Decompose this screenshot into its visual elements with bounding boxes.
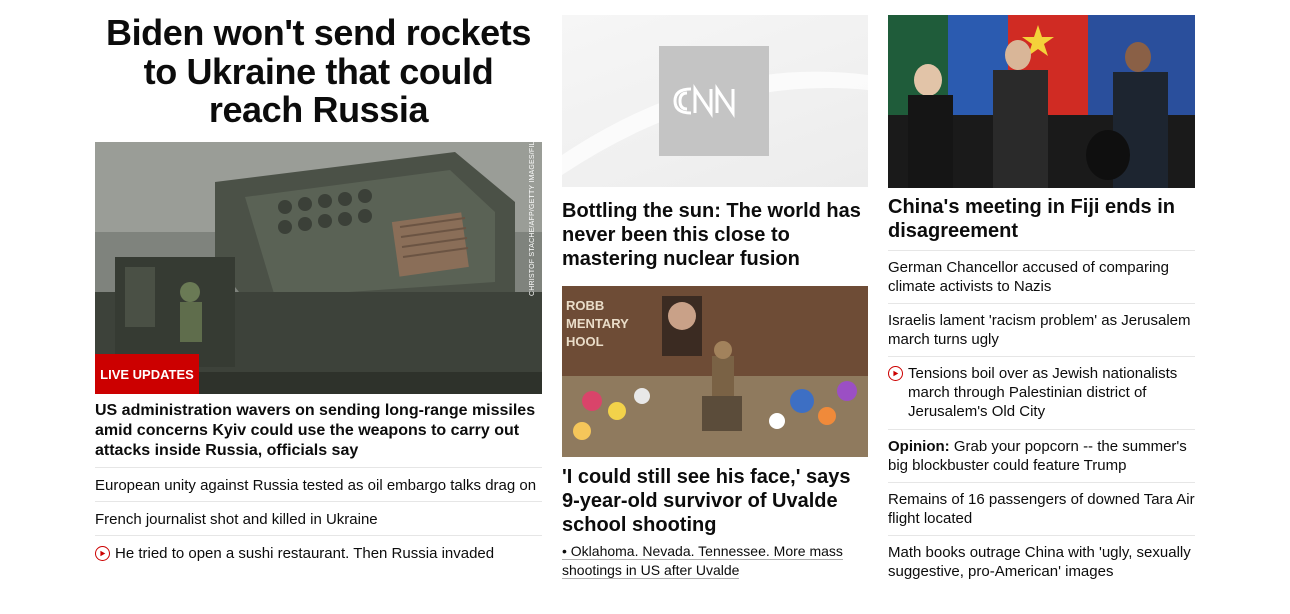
- right-story-list: German Chancellor accused of comparing c…: [888, 250, 1195, 588]
- svg-text:MENTARY: MENTARY: [566, 316, 629, 331]
- cnn-logo-icon: CNN: [673, 84, 735, 120]
- list-item[interactable]: German Chancellor accused of comparing c…: [888, 250, 1195, 303]
- story-link[interactable]: European unity against Russia tested as …: [95, 476, 536, 495]
- memorial-photo: ROBB MENTARY HOOL: [562, 286, 868, 457]
- story-link[interactable]: Opinion: Grab your popcorn -- the summer…: [888, 437, 1195, 475]
- list-item[interactable]: Math books outrage China with 'ugly, sex…: [888, 535, 1195, 588]
- svg-text:HOOL: HOOL: [566, 334, 604, 349]
- left-story-list: European unity against Russia tested as …: [95, 467, 542, 569]
- story-link[interactable]: Math books outrage China with 'ugly, sex…: [888, 543, 1195, 581]
- cnn-placeholder-image[interactable]: CNN: [562, 15, 868, 187]
- story-link[interactable]: French journalist shot and killed in Ukr…: [95, 510, 378, 529]
- press-conference-photo: [888, 15, 1195, 188]
- cnn-logo: CNN: [659, 46, 769, 156]
- play-icon: [888, 366, 903, 381]
- svg-text:ROBB: ROBB: [566, 298, 604, 313]
- list-item[interactable]: He tried to open a sushi restaurant. The…: [95, 535, 542, 569]
- related-story-link[interactable]: • Oklahoma. Nevada. Tennessee. More mass…: [562, 542, 868, 580]
- list-item[interactable]: Opinion: Grab your popcorn -- the summer…: [888, 429, 1195, 482]
- lead-headline[interactable]: Biden won't send rockets to Ukraine that…: [95, 13, 542, 130]
- live-updates-badge[interactable]: LIVE UPDATES: [95, 354, 199, 394]
- story-link[interactable]: He tried to open a sushi restaurant. The…: [115, 544, 494, 563]
- lead-summary-link[interactable]: US administration wavers on sending long…: [95, 401, 542, 461]
- svg-text:CNN: CNN: [714, 118, 716, 120]
- list-item[interactable]: European unity against Russia tested as …: [95, 467, 542, 501]
- story-link[interactable]: Remains of 16 passengers of downed Tara …: [888, 490, 1195, 528]
- fusion-story-headline[interactable]: Bottling the sun: The world has never be…: [562, 199, 868, 271]
- related-story-text[interactable]: • Oklahoma. Nevada. Tennessee. More mass…: [562, 543, 843, 579]
- list-item[interactable]: Remains of 16 passengers of downed Tara …: [888, 482, 1195, 535]
- list-item[interactable]: Israelis lament 'racism problem' as Jeru…: [888, 303, 1195, 356]
- story-link[interactable]: Israelis lament 'racism problem' as Jeru…: [888, 311, 1195, 349]
- china-fiji-story-image[interactable]: [888, 15, 1195, 188]
- play-icon: [95, 546, 110, 561]
- story-link[interactable]: Tensions boil over as Jewish nationalist…: [908, 364, 1195, 421]
- china-fiji-headline[interactable]: China's meeting in Fiji ends in disagree…: [888, 195, 1195, 243]
- uvalde-story-headline[interactable]: 'I could still see his face,' says 9-yea…: [562, 465, 868, 537]
- uvalde-story-image[interactable]: ROBB MENTARY HOOL: [562, 286, 868, 457]
- list-item[interactable]: Tensions boil over as Jewish nationalist…: [888, 356, 1195, 429]
- story-link[interactable]: German Chancellor accused of comparing c…: [888, 258, 1195, 296]
- opinion-label: Opinion:: [888, 438, 950, 455]
- image-credit: CHRISTOF STACHE/AFP/GETTY IMAGES/FILE: [529, 142, 536, 296]
- list-item[interactable]: French journalist shot and killed in Ukr…: [95, 501, 542, 535]
